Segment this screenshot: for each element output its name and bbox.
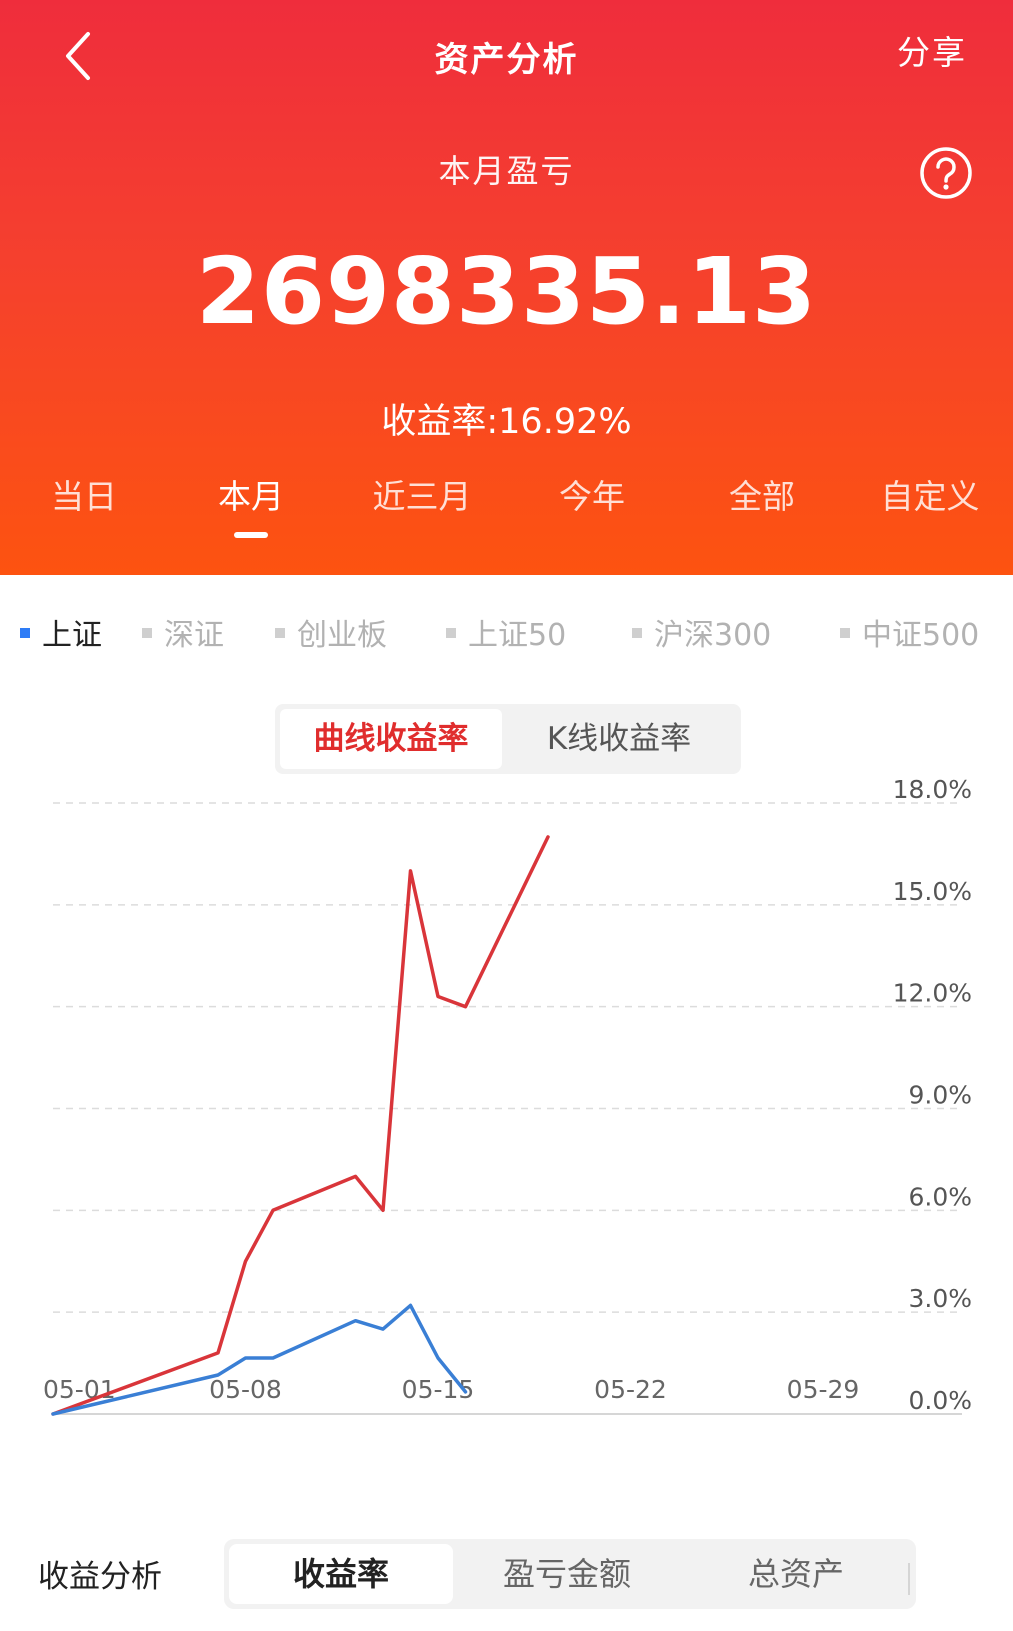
x-tick-label: 05-08 <box>209 1375 282 1404</box>
share-button[interactable]: 分享 <box>897 26 967 74</box>
index-color-dot <box>446 627 456 638</box>
tab-three-months[interactable]: 近三月 <box>373 470 472 518</box>
chart-grid <box>53 802 962 1415</box>
y-tick-label: 6.0% <box>908 1182 972 1211</box>
index-sse50[interactable]: 上证50 <box>446 610 566 654</box>
index-chinext[interactable]: 创业板 <box>275 610 387 654</box>
chart-series <box>51 835 550 1416</box>
benchmark-index-list: 上证 深证 创业板 上证50 沪深300 中证500 <box>0 610 1013 654</box>
x-tick-label: 05-22 <box>594 1375 667 1404</box>
index-csi500[interactable]: 中证500 <box>840 610 979 654</box>
index-csi300[interactable]: 沪深300 <box>632 610 771 654</box>
y-tick-label: 18.0% <box>893 775 972 804</box>
return-analysis-label: 收益分析 <box>38 1559 162 1595</box>
tab-custom[interactable]: 自定义 <box>881 470 980 518</box>
help-icon[interactable] <box>918 145 974 201</box>
portfolio-return-line <box>51 835 550 1416</box>
index-color-dot <box>840 627 850 638</box>
return-rate-button[interactable]: 收益率 <box>229 1544 453 1604</box>
tab-today[interactable]: 当日 <box>51 470 117 518</box>
y-axis-labels: 18.0% 15.0% 12.0% 9.0% 6.0% 3.0% 0.0% <box>893 775 972 1415</box>
page-title: 资产分析 <box>434 40 579 80</box>
return-rate: 收益率:16.92% <box>381 402 632 442</box>
return-analysis-bar: 收益分析 收益率 盈亏金额 总资产 <box>0 1535 1013 1615</box>
return-chart: 18.0% 15.0% 12.0% 9.0% 6.0% 3.0% 0.0% 05-01 05-… <box>43 775 972 1416</box>
header: 资产分析 分享 本月盈亏 2698335.13 收益率:16.92% 当日 本月… <box>0 0 1013 575</box>
x-tick-label: 05-01 <box>43 1375 116 1404</box>
index-color-dot <box>20 627 30 638</box>
tab-all[interactable]: 全部 <box>729 470 795 518</box>
y-tick-label: 3.0% <box>908 1284 972 1313</box>
y-tick-label: 0.0% <box>908 1386 972 1415</box>
curve-return-button[interactable]: 曲线收益率 <box>280 709 502 769</box>
y-tick-label: 12.0% <box>893 979 972 1008</box>
x-tick-label: 05-29 <box>787 1375 860 1404</box>
period-tabs: 当日 本月 近三月 今年 全部 自定义 <box>0 470 1013 540</box>
pnl-amount-button[interactable]: 盈亏金额 <box>453 1544 681 1604</box>
tab-this-month[interactable]: 本月 <box>218 470 284 538</box>
y-tick-label: 9.0% <box>908 1081 972 1110</box>
tab-this-year[interactable]: 今年 <box>559 470 625 518</box>
index-shenzhen[interactable]: 深证 <box>142 610 224 654</box>
kline-return-button[interactable]: K线收益率 <box>502 709 736 769</box>
index-color-dot <box>632 627 642 638</box>
period-pnl-label: 本月盈亏 <box>438 152 575 190</box>
analysis-type-toggle: 收益率 盈亏金额 总资产 <box>224 1539 916 1609</box>
index-shanghai[interactable]: 上证 <box>20 610 102 654</box>
index-color-dot <box>142 627 152 638</box>
y-tick-label: 15.0% <box>893 877 972 906</box>
index-color-dot <box>275 627 285 638</box>
pnl-amount: 2698335.13 <box>195 238 818 345</box>
chart-type-toggle: 曲线收益率 K线收益率 <box>275 704 741 774</box>
total-assets-button[interactable]: 总资产 <box>681 1544 911 1604</box>
active-tab-indicator <box>234 532 268 538</box>
x-axis-labels: 05-01 05-08 05-15 05-22 05-29 <box>43 1375 859 1404</box>
